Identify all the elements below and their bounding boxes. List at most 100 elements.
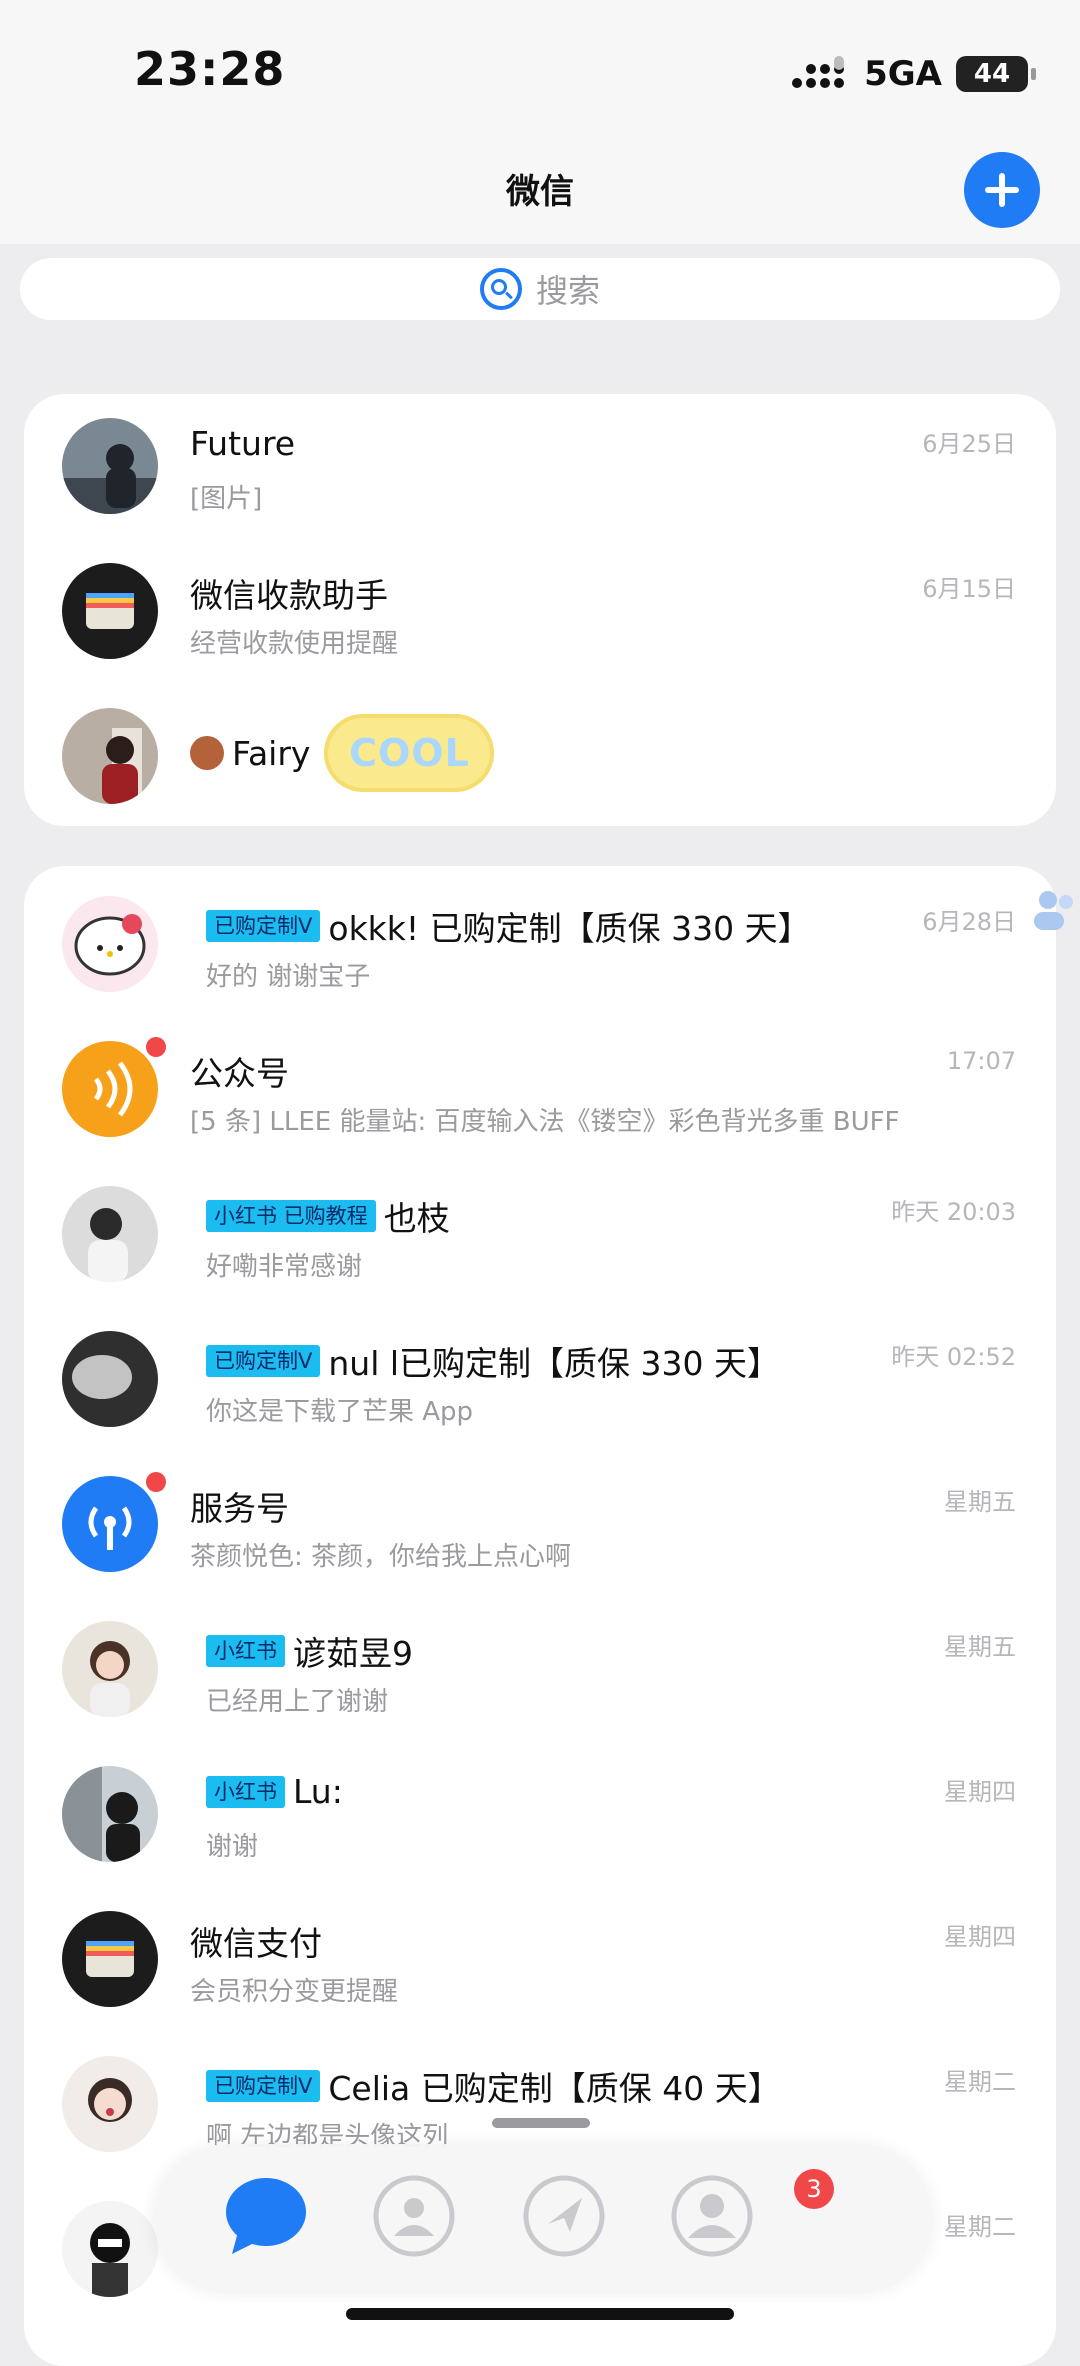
chat-time: 6月15日 [922, 575, 1016, 603]
avatar [62, 2056, 158, 2152]
chat-name: Fairy COOL [190, 714, 495, 792]
chat-name: 小红书 Lu: [206, 1772, 343, 1811]
scroll-indicator [492, 2118, 590, 2128]
chat-list-card: 已购定制V okkk! 已购定制【质保 330 天】 好的 谢谢宝子 6月28日 公众号… [24, 866, 1056, 2366]
chat-row[interactable]: 小红书 谚茹昱9 已经用上了谢谢 星期五 [24, 1597, 1056, 1742]
chat-name: 服务号 [190, 1482, 289, 1530]
chat-time: 昨天 02:52 [891, 1343, 1016, 1371]
chat-preview: 谢谢 [206, 1832, 259, 1862]
chat-time: 星期四 [944, 1923, 1016, 1951]
chat-preview: 你这是下载了芒果 App [206, 1397, 474, 1427]
contacts-icon [373, 2175, 455, 2257]
avatar [62, 708, 158, 804]
chat-time: 星期二 [944, 2068, 1016, 2096]
chat-row[interactable]: 服务号茶颜悦色: 茶颜，你给我上点心啊 星期五 [24, 1452, 1056, 1597]
chat-preview: 已经用上了谢谢 [206, 1687, 389, 1717]
profile-icon [671, 2175, 753, 2257]
chat-time: 昨天 20:03 [891, 1198, 1016, 1226]
chat-name: 小红书 已购教程 也枝 [206, 1192, 450, 1240]
chat-time: 星期四 [944, 1778, 1016, 1806]
avatar [62, 1186, 158, 1282]
battery-icon: 44 [956, 56, 1036, 92]
tab-contacts[interactable] [370, 2172, 458, 2260]
discover-badge: 3 [794, 2169, 834, 2209]
chat-preview: 茶颜悦色: 茶颜，你给我上点心啊 [190, 1542, 572, 1572]
nav-bar: 微信 [0, 140, 1080, 244]
chat-preview: 好的 谢谢宝子 [206, 962, 371, 992]
chat-name-text: 微信支付 [190, 1924, 322, 1963]
add-button[interactable] [964, 152, 1040, 228]
pinned-chats-card: Future [图片] 6月25日 微信收款助手 经营收款使用提醒 6月15日 … [24, 394, 1056, 826]
network-type: 5GA [864, 54, 942, 94]
avatar [62, 418, 158, 514]
chat-time: 星期五 [944, 1488, 1016, 1516]
compass-icon [523, 2175, 605, 2257]
chat-name-text: Fairy [232, 733, 311, 773]
chat-tag: 小红书 [206, 1635, 285, 1667]
group-icon [1034, 891, 1073, 930]
chat-preview: 好嘞非常感谢 [206, 1252, 363, 1282]
chat-name-text: nul l已购定制【质保 330 天】 [328, 1344, 780, 1383]
avatar [62, 1911, 158, 2007]
chat-row[interactable]: 公众号 [5 条] LLEE 能量站: 百度输入法《镂空》彩色背光多重 BUFF 1… [24, 1017, 1056, 1162]
chat-preview: 经营收款使用提醒 [190, 629, 399, 659]
avatar [62, 1766, 158, 1862]
rose-icon [190, 736, 224, 770]
chat-tag: 已购定制V [206, 2070, 321, 2102]
tab-discover[interactable] [520, 2172, 608, 2260]
chat-row[interactable]: 小红书 已购教程 也枝 好嘞非常感谢 昨天 20:03 [24, 1162, 1056, 1307]
chat-tag: 已购定制V [206, 1345, 321, 1377]
chat-time: 星期二 [944, 2213, 1016, 2241]
chat-name: 已购定制V Celia 已购定制【质保 40 天】 [206, 2062, 781, 2110]
chat-row-fairy[interactable]: Fairy COOL [24, 684, 1056, 829]
chat-time: 6月25日 [922, 430, 1016, 458]
search-placeholder: 搜索 [535, 272, 600, 310]
avatar [62, 896, 158, 992]
home-indicator [346, 2308, 734, 2320]
status-time: 23:28 [134, 42, 286, 96]
avatar [62, 1041, 158, 1137]
chat-preview: [5 条] LLEE 能量站: 百度输入法《镂空》彩色背光多重 BUFF [190, 1107, 900, 1137]
chat-time: 星期五 [944, 1633, 1016, 1661]
chat-name: 公众号 [190, 1047, 289, 1095]
unread-dot [146, 1472, 166, 1492]
avatar [62, 2201, 158, 2297]
chat-name: 微信收款助手 [190, 576, 388, 615]
chat-preview: [图片] [190, 484, 263, 514]
chat-row-future[interactable]: Future [图片] 6月25日 [24, 394, 1056, 539]
chat-name-text: 谚茹昱9 [293, 1634, 413, 1673]
chat-name: Future [190, 424, 296, 463]
unread-dot [146, 1037, 166, 1057]
cool-sticker: COOL [324, 714, 495, 792]
search-icon [479, 268, 522, 310]
chat-time: 6月28日 [922, 908, 1016, 936]
chat-bubble-icon [226, 2178, 306, 2254]
chat-name: 已购定制V nul l已购定制【质保 330 天】 [206, 1337, 780, 1385]
chat-row-wechat-pay-assistant[interactable]: 微信收款助手 经营收款使用提醒 6月15日 [24, 539, 1056, 684]
chat-name-text: okkk! 已购定制【质保 330 天】 [328, 909, 811, 948]
chat-name: 已购定制V okkk! 已购定制【质保 330 天】 [206, 902, 811, 950]
chat-row[interactable]: 小红书 Lu: 谢谢 星期四 [24, 1742, 1056, 1887]
avatar [62, 1476, 158, 1572]
chat-time: 17:07 [946, 1047, 1016, 1075]
search-bar[interactable]: 搜索 [20, 258, 1060, 320]
chat-tag: 小红书 [206, 1775, 285, 1808]
chat-tag: 小红书 已购教程 [206, 1200, 376, 1232]
avatar [62, 1331, 158, 1427]
signal-icon [792, 56, 850, 92]
wallet-avatar [62, 563, 158, 659]
chat-name-text: 服务号 [190, 1489, 289, 1528]
avatar [62, 1621, 158, 1717]
tab-me[interactable] [668, 2172, 756, 2260]
chat-name-text: Lu: [293, 1772, 343, 1811]
chat-name-text: Celia 已购定制【质保 40 天】 [328, 2069, 781, 2108]
chat-name-text: 也枝 [383, 1199, 450, 1238]
chat-tag: 已购定制V [206, 910, 321, 942]
chat-row[interactable]: 已购定制V nul l已购定制【质保 330 天】你这是下载了芒果 App 昨天 0… [24, 1307, 1056, 1452]
status-bar: 23:28 5GA 44 [0, 0, 1080, 140]
chat-row[interactable]: 已购定制V okkk! 已购定制【质保 330 天】好的 谢谢宝子 6月28日 [24, 872, 1056, 1017]
chat-name-text: 公众号 [190, 1054, 289, 1093]
status-indicators: 5GA 44 [792, 52, 1036, 96]
tab-chats[interactable] [222, 2172, 310, 2260]
chat-row[interactable]: 微信支付 会员积分变更提醒 星期四 [24, 1887, 1056, 2032]
